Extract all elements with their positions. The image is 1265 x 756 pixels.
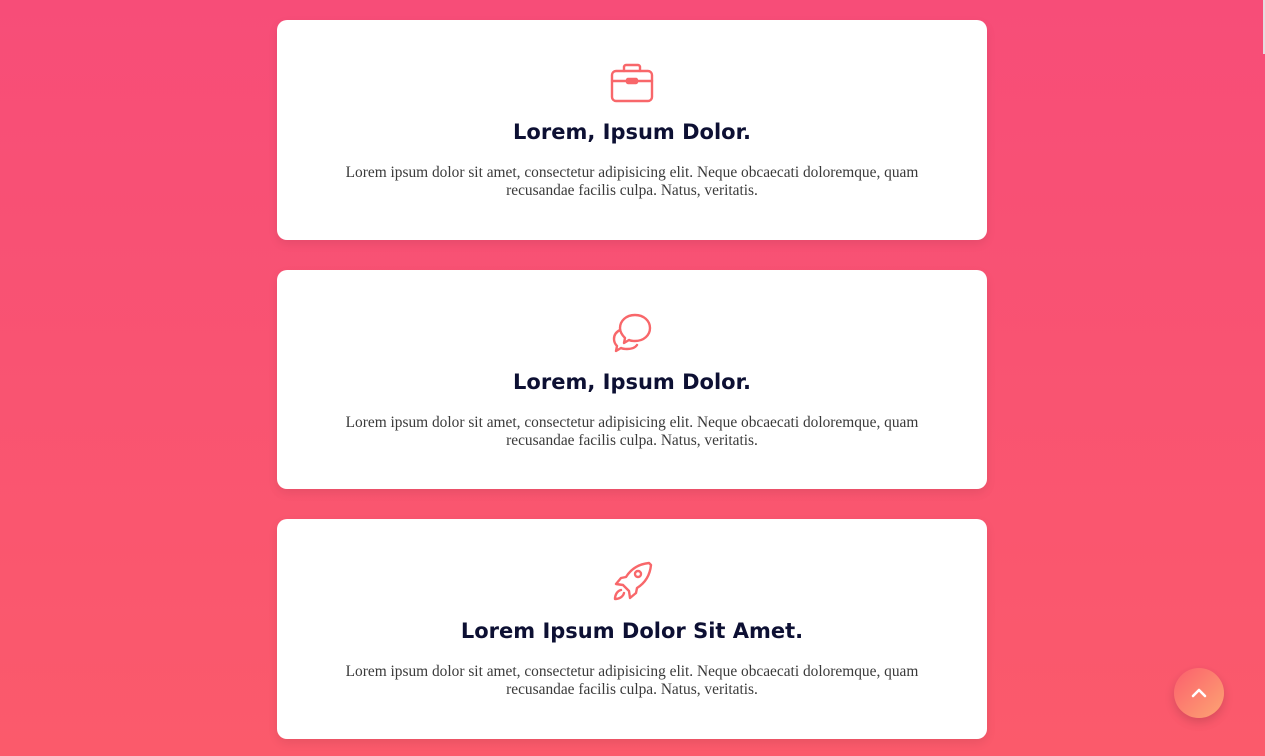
page: Lorem, Ipsum Dolor. Lorem ipsum dolor si…	[0, 0, 1265, 756]
scroll-to-top-button[interactable]	[1174, 668, 1224, 718]
card-description: Lorem ipsum dolor sit amet, consectetur …	[345, 663, 919, 698]
card-title: Lorem, Ipsum Dolor.	[513, 120, 751, 144]
feature-card: Lorem, Ipsum Dolor. Lorem ipsum dolor si…	[277, 20, 987, 240]
chat-bubbles-icon	[609, 312, 655, 354]
card-title: Lorem Ipsum Dolor Sit Amet.	[460, 619, 804, 643]
feature-card: Lorem, Ipsum Dolor. Lorem ipsum dolor si…	[277, 270, 987, 489]
chevron-up-icon	[1191, 688, 1207, 698]
card-description: Lorem ipsum dolor sit amet, consectetur …	[345, 414, 919, 449]
card-title: Lorem, Ipsum Dolor.	[513, 370, 751, 394]
card-description: Lorem ipsum dolor sit amet, consectetur …	[345, 164, 919, 199]
briefcase-icon	[609, 62, 655, 104]
feature-card: Lorem Ipsum Dolor Sit Amet. Lorem ipsum …	[277, 519, 987, 739]
rocket-icon	[609, 561, 655, 603]
